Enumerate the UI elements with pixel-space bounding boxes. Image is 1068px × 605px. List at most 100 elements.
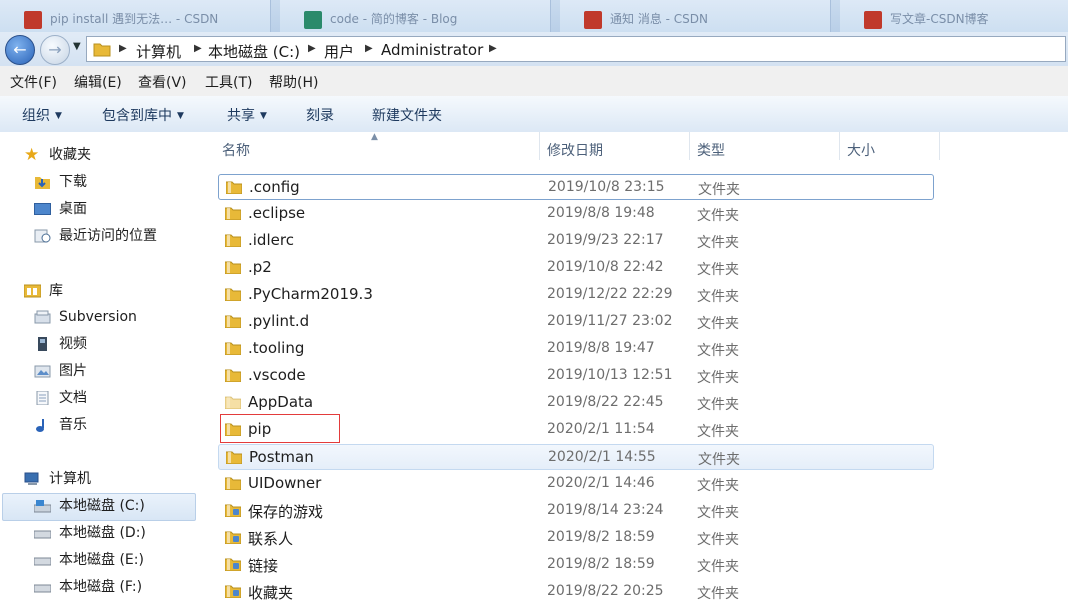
file-row[interactable]: .idlerc 2019/9/23 22:17 文件夹: [218, 228, 934, 254]
file-row[interactable]: 保存的游戏 2019/8/14 23:24 文件夹: [218, 498, 934, 524]
favorites-folder-icon: [225, 585, 241, 598]
column-header-name[interactable]: 名称: [222, 140, 250, 160]
sidebar-item-music[interactable]: 音乐: [34, 413, 87, 437]
burn-button[interactable]: 刻录: [306, 105, 334, 125]
sidebar-item-downloads[interactable]: 下载: [34, 170, 87, 194]
sidebar-item-documents[interactable]: 文档: [34, 386, 87, 410]
sort-ascending-icon: ▲: [371, 132, 378, 142]
sidebar-item-videos[interactable]: 视频: [34, 332, 87, 356]
file-row[interactable]: 链接 2019/8/2 18:59 文件夹: [218, 552, 934, 578]
back-arrow-icon: ←: [13, 40, 27, 59]
file-row[interactable]: UIDowner 2020/2/1 14:46 文件夹: [218, 471, 934, 497]
file-type: 文件夹: [697, 316, 739, 332]
new-folder-button[interactable]: 新建文件夹: [372, 105, 442, 125]
file-row[interactable]: .tooling 2019/8/8 19:47 文件夹: [218, 336, 934, 362]
sidebar-libraries[interactable]: 库: [24, 279, 63, 303]
column-header-type[interactable]: 类型: [697, 140, 725, 160]
file-name: UIDowner: [248, 474, 322, 492]
folder-icon: [225, 315, 241, 328]
recent-places-icon: [34, 229, 51, 243]
file-date: 2019/10/8 22:42: [547, 259, 664, 275]
drive-icon: [34, 584, 51, 593]
file-date: 2019/8/8 19:48: [547, 205, 655, 221]
browser-tab[interactable]: 写文章-CSDN博客: [840, 0, 1068, 32]
browser-tab[interactable]: 通知 消息 - CSDN: [560, 0, 831, 32]
file-date: 2020/2/1 11:54: [547, 421, 655, 437]
music-library-icon: [36, 419, 44, 432]
sidebar-item-desktop[interactable]: 桌面: [34, 197, 87, 221]
sidebar-item-pictures[interactable]: 图片: [34, 359, 87, 383]
file-name: .vscode: [248, 366, 306, 384]
folder-icon: [225, 477, 241, 490]
column-divider[interactable]: [689, 132, 690, 160]
file-name: AppData: [248, 393, 314, 411]
browser-tab[interactable]: pip install 遇到无法… - CSDN: [0, 0, 271, 32]
star-icon: ★: [24, 145, 40, 165]
back-button[interactable]: ←: [5, 35, 35, 65]
column-divider[interactable]: [839, 132, 840, 160]
file-type: 文件夹: [697, 235, 739, 251]
include-in-library-button[interactable]: 包含到库中 ▼: [102, 105, 184, 125]
address-bar[interactable]: ▶ 计算机 ▶ 本地磁盘 (C:) ▶ 用户 ▶ Administrator ▶: [86, 36, 1066, 62]
sidebar-item-drive-e[interactable]: 本地磁盘 (E:): [34, 548, 144, 572]
file-row[interactable]: .vscode 2019/10/13 12:51 文件夹: [218, 363, 934, 389]
share-button[interactable]: 共享 ▼: [227, 105, 267, 125]
column-header-size[interactable]: 大小: [847, 140, 875, 160]
sidebar-item-drive-c[interactable]: 本地磁盘 (C:): [34, 494, 145, 518]
chevron-right-icon: ▶: [194, 43, 202, 54]
breadcrumb-item[interactable]: 本地磁盘 (C:): [208, 41, 300, 62]
file-row[interactable]: .eclipse 2019/8/8 19:48 文件夹: [218, 201, 934, 227]
sidebar-item-drive-f[interactable]: 本地磁盘 (F:): [34, 575, 142, 599]
sidebar-item-drive-d[interactable]: 本地磁盘 (D:): [34, 521, 146, 545]
file-name: .config: [249, 178, 300, 196]
browser-tab[interactable]: code - 简的博客 - Blog: [280, 0, 551, 32]
column-divider[interactable]: [539, 132, 540, 160]
videos-library-icon: [38, 337, 47, 351]
menu-help[interactable]: 帮助(H): [269, 72, 318, 92]
saved-games-folder-icon: [225, 504, 241, 517]
chevron-right-icon: ▶: [119, 43, 127, 54]
folder-icon: [93, 43, 111, 57]
menu-view[interactable]: 查看(V): [138, 72, 187, 92]
sidebar-favorites[interactable]: ★ 收藏夹: [24, 143, 91, 167]
sidebar-computer[interactable]: 计算机: [24, 467, 91, 491]
file-row[interactable]: 联系人 2019/8/2 18:59 文件夹: [218, 525, 934, 551]
sidebar-item-recent-places[interactable]: 最近访问的位置: [34, 224, 157, 248]
forward-arrow-icon: →: [48, 40, 62, 59]
menu-file[interactable]: 文件(F): [10, 72, 57, 92]
file-date: 2020/2/1 14:55: [548, 449, 656, 465]
file-date: 2019/8/14 23:24: [547, 502, 664, 518]
forward-button[interactable]: →: [40, 35, 70, 65]
file-name: 保存的游戏: [248, 503, 324, 521]
file-date: 2019/10/8 23:15: [548, 179, 665, 195]
documents-library-icon: [36, 391, 49, 405]
breadcrumb-item[interactable]: 用户: [324, 41, 354, 62]
file-row[interactable]: AppData 2019/8/22 22:45 文件夹: [218, 390, 934, 416]
downloads-folder-icon: [35, 177, 50, 189]
column-header-date[interactable]: 修改日期: [547, 140, 603, 160]
breadcrumb-item[interactable]: 计算机: [136, 41, 181, 62]
links-folder-icon: [225, 558, 241, 571]
file-date: 2019/10/13 12:51: [547, 367, 673, 383]
menu-tools[interactable]: 工具(T): [205, 72, 252, 92]
breadcrumb-item[interactable]: Administrator: [381, 41, 483, 59]
folder-icon: [225, 396, 241, 409]
file-row[interactable]: 收藏夹 2019/8/22 20:25 文件夹: [218, 579, 934, 605]
file-row[interactable]: .config 2019/10/8 23:15 文件夹: [218, 174, 934, 200]
file-type: 文件夹: [697, 505, 739, 521]
column-divider[interactable]: [939, 132, 940, 160]
organize-button[interactable]: 组织 ▼: [22, 105, 62, 125]
recent-pages-dropdown[interactable]: ▼: [73, 41, 81, 52]
file-row[interactable]: .p2 2019/10/8 22:42 文件夹: [218, 255, 934, 281]
menu-edit[interactable]: 编辑(E): [74, 72, 122, 92]
folder-icon: [225, 207, 241, 220]
file-name: .eclipse: [248, 204, 306, 222]
drive-icon: [34, 557, 51, 566]
file-row[interactable]: .pylint.d 2019/11/27 23:02 文件夹: [218, 309, 934, 335]
file-date: 2019/8/22 22:45: [547, 394, 664, 410]
file-date: 2019/8/8 19:47: [547, 340, 655, 356]
drive-icon: [34, 530, 51, 539]
file-row[interactable]: Postman 2020/2/1 14:55 文件夹: [218, 444, 934, 470]
file-row[interactable]: .PyCharm2019.3 2019/12/22 22:29 文件夹: [218, 282, 934, 308]
sidebar-item-subversion[interactable]: Subversion: [34, 305, 137, 329]
